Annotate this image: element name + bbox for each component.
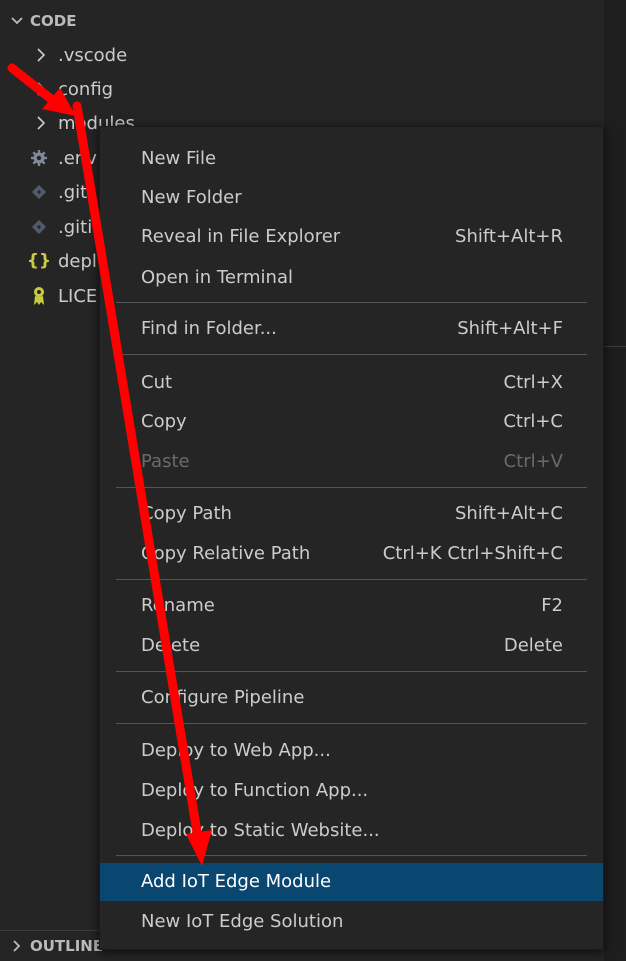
menu-item-label: Copy [141, 411, 187, 432]
menu-item-delete[interactable]: Delete Delete [100, 627, 603, 665]
menu-item-shortcut: Ctrl+C [503, 411, 563, 432]
chevron-right-icon [32, 80, 50, 98]
menu-item-paste: Paste Ctrl+V [100, 443, 603, 481]
menu-item-label: Add IoT Edge Module [141, 871, 332, 892]
menu-item-label: Find in Folder... [141, 318, 277, 339]
menu-item-label: Deploy to Static Website... [141, 820, 380, 841]
section-title: CODE [30, 11, 77, 30]
menu-item-label: Paste [141, 451, 190, 472]
chevron-right-icon [32, 114, 50, 132]
menu-item-deploy-to-function-app[interactable]: Deploy to Function App... [100, 772, 603, 810]
menu-item-add-iot-edge-module[interactable]: Add IoT Edge Module [100, 863, 603, 901]
menu-item-label: Delete [141, 635, 201, 656]
chevron-down-icon [10, 14, 30, 28]
menu-separator [116, 671, 587, 672]
menu-item-copy-path[interactable]: Copy Path Shift+Alt+C [100, 495, 603, 533]
menu-item-label: Rename [141, 595, 215, 616]
outline-title: OUTLINE [30, 937, 104, 955]
menu-item-shortcut: Shift+Alt+R [455, 226, 563, 247]
tree-item-label: .giti [58, 181, 93, 203]
git-icon [28, 182, 50, 202]
menu-item-rename[interactable]: Rename F2 [100, 587, 603, 625]
tree-item-label: depl [58, 250, 97, 272]
editor-edge [604, 0, 626, 961]
panel-divider [604, 346, 626, 347]
tree-item-label: config [58, 78, 114, 100]
menu-item-open-in-terminal[interactable]: Open in Terminal [100, 259, 603, 297]
menu-separator [116, 855, 587, 856]
tree-item-label: .vscode [58, 44, 128, 66]
menu-item-label: New IoT Edge Solution [141, 911, 344, 932]
context-menu: New File New Folder Reveal in File Explo… [99, 126, 604, 950]
menu-item-shortcut: Ctrl+K Ctrl+Shift+C [382, 543, 563, 564]
menu-item-label: Cut [141, 372, 173, 393]
tree-item-config-folder[interactable]: config [0, 72, 604, 106]
menu-separator [116, 354, 587, 355]
menu-item-deploy-to-static-website[interactable]: Deploy to Static Website... [100, 812, 603, 850]
menu-item-shortcut: Shift+Alt+C [454, 503, 563, 524]
license-icon [28, 286, 50, 306]
menu-item-label: Copy Relative Path [141, 543, 311, 564]
menu-item-configure-pipeline[interactable]: Configure Pipeline [100, 679, 603, 717]
menu-item-shortcut: F2 [541, 595, 563, 616]
menu-item-label: New Folder [141, 187, 242, 208]
menu-item-label: Reveal in File Explorer [141, 226, 341, 247]
menu-separator [116, 302, 587, 303]
explorer-section-header-code[interactable]: CODE [0, 2, 604, 39]
menu-item-new-folder[interactable]: New Folder [100, 179, 603, 217]
json-braces-icon: {} [26, 251, 52, 271]
menu-item-shortcut: Shift+Alt+F [457, 318, 563, 339]
chevron-right-icon [32, 46, 50, 64]
menu-item-cut[interactable]: Cut Ctrl+X [100, 364, 603, 402]
menu-item-copy[interactable]: Copy Ctrl+C [100, 403, 603, 441]
menu-item-new-file[interactable]: New File [100, 140, 603, 178]
menu-item-shortcut: Delete [503, 635, 563, 656]
menu-item-label: New File [141, 148, 217, 169]
tree-item-vscode-folder[interactable]: .vscode [0, 38, 604, 72]
menu-separator [116, 487, 587, 488]
tree-item-label: LICE [58, 285, 98, 307]
menu-item-deploy-to-web-app[interactable]: Deploy to Web App... [100, 732, 603, 770]
menu-item-copy-relative-path[interactable]: Copy Relative Path Ctrl+K Ctrl+Shift+C [100, 535, 603, 573]
menu-item-reveal-in-file-explorer[interactable]: Reveal in File Explorer Shift+Alt+R [100, 218, 603, 256]
git-icon [28, 217, 50, 237]
menu-item-label: Deploy to Function App... [141, 780, 369, 801]
menu-item-label: Deploy to Web App... [141, 740, 331, 761]
menu-item-label: Copy Path [141, 503, 232, 524]
menu-item-find-in-folder[interactable]: Find in Folder... Shift+Alt+F [100, 310, 603, 348]
menu-item-label: Open in Terminal [141, 267, 293, 288]
chevron-right-icon [10, 939, 30, 953]
tree-item-label: .giti [58, 216, 93, 238]
menu-separator [116, 723, 587, 724]
menu-item-new-iot-edge-solution[interactable]: New IoT Edge Solution [100, 903, 603, 941]
menu-item-shortcut: Ctrl+V [503, 451, 563, 472]
menu-item-label: Configure Pipeline [141, 687, 305, 708]
gear-icon [28, 148, 50, 168]
menu-item-shortcut: Ctrl+X [503, 372, 563, 393]
tree-item-label: .env [58, 147, 97, 169]
menu-separator [116, 579, 587, 580]
